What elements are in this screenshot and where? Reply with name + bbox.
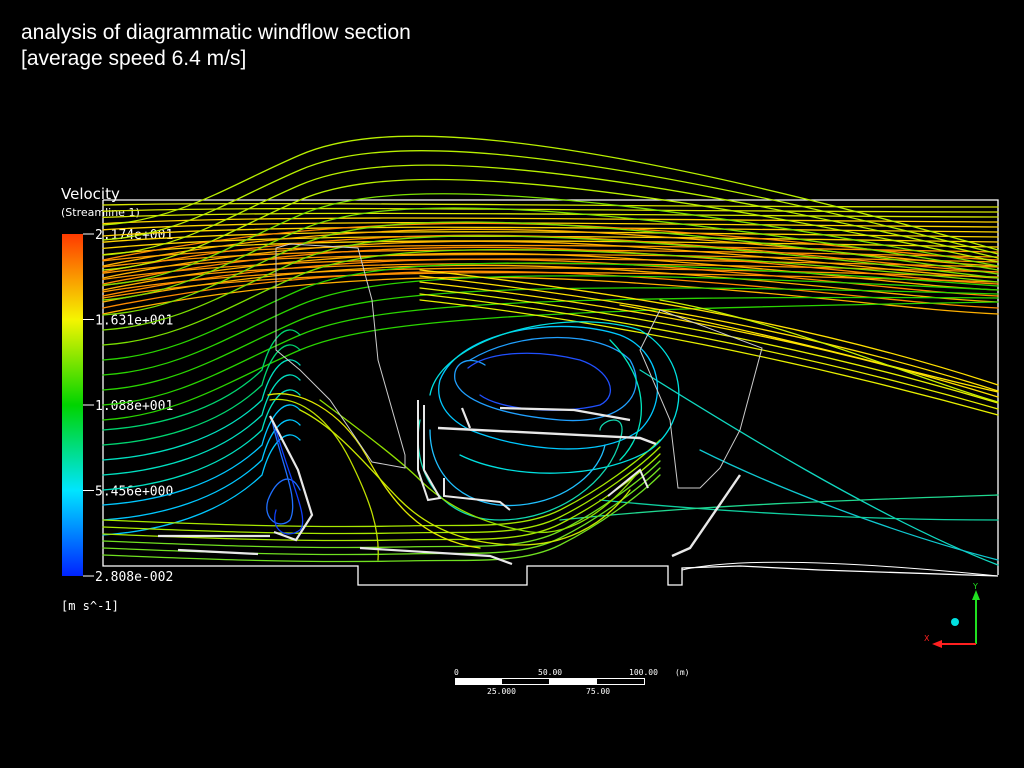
scale-unit: (m) [675, 668, 689, 677]
legend-unit: [m s^-1] [61, 599, 119, 613]
scale-bar: 0 50.00 100.00 (m) 25.000 75.00 [454, 668, 689, 696]
central-platform [437, 426, 657, 446]
right-ramp [671, 474, 741, 558]
streamline [102, 419, 301, 521]
windflow-diagram: Velocity (Streamline 1) 2.174e+0011.631e… [61, 135, 999, 696]
scale-bar-segment [597, 679, 644, 684]
streamline [102, 276, 999, 315]
streamline [102, 296, 999, 406]
scale-label-0: 0 [454, 668, 459, 677]
scale-label-25: 25.000 [487, 687, 516, 696]
legend-tick-label: 2.808e-002 [95, 570, 173, 585]
y-axis-arrowhead [972, 590, 980, 600]
streamline [429, 321, 680, 474]
x-axis-label: X [924, 634, 930, 643]
z-axis-dot [951, 618, 959, 626]
x-axis-arrowhead [932, 640, 942, 648]
streamline [559, 494, 999, 521]
streamline [419, 269, 999, 386]
domain-boundary [102, 199, 999, 586]
scale-bar-segment [502, 679, 549, 684]
streamline [102, 202, 999, 208]
streamline [467, 352, 612, 411]
streamline [454, 336, 637, 422]
y-axis-label: Y [972, 582, 978, 591]
streamline [102, 374, 301, 476]
central-vault [417, 400, 442, 502]
roof-fin [460, 407, 472, 429]
streamline [102, 135, 999, 251]
streamline [639, 369, 999, 566]
scale-label-50: 50.00 [538, 668, 562, 677]
scale-label-75: 75.00 [586, 687, 610, 696]
streamline [102, 439, 661, 528]
legend-color-bar [62, 234, 83, 576]
streamline [609, 339, 643, 461]
scale-label-100: 100.00 [629, 668, 658, 677]
streamline [102, 244, 999, 262]
axis-triad: Y X [924, 582, 980, 648]
streamline [102, 446, 661, 535]
